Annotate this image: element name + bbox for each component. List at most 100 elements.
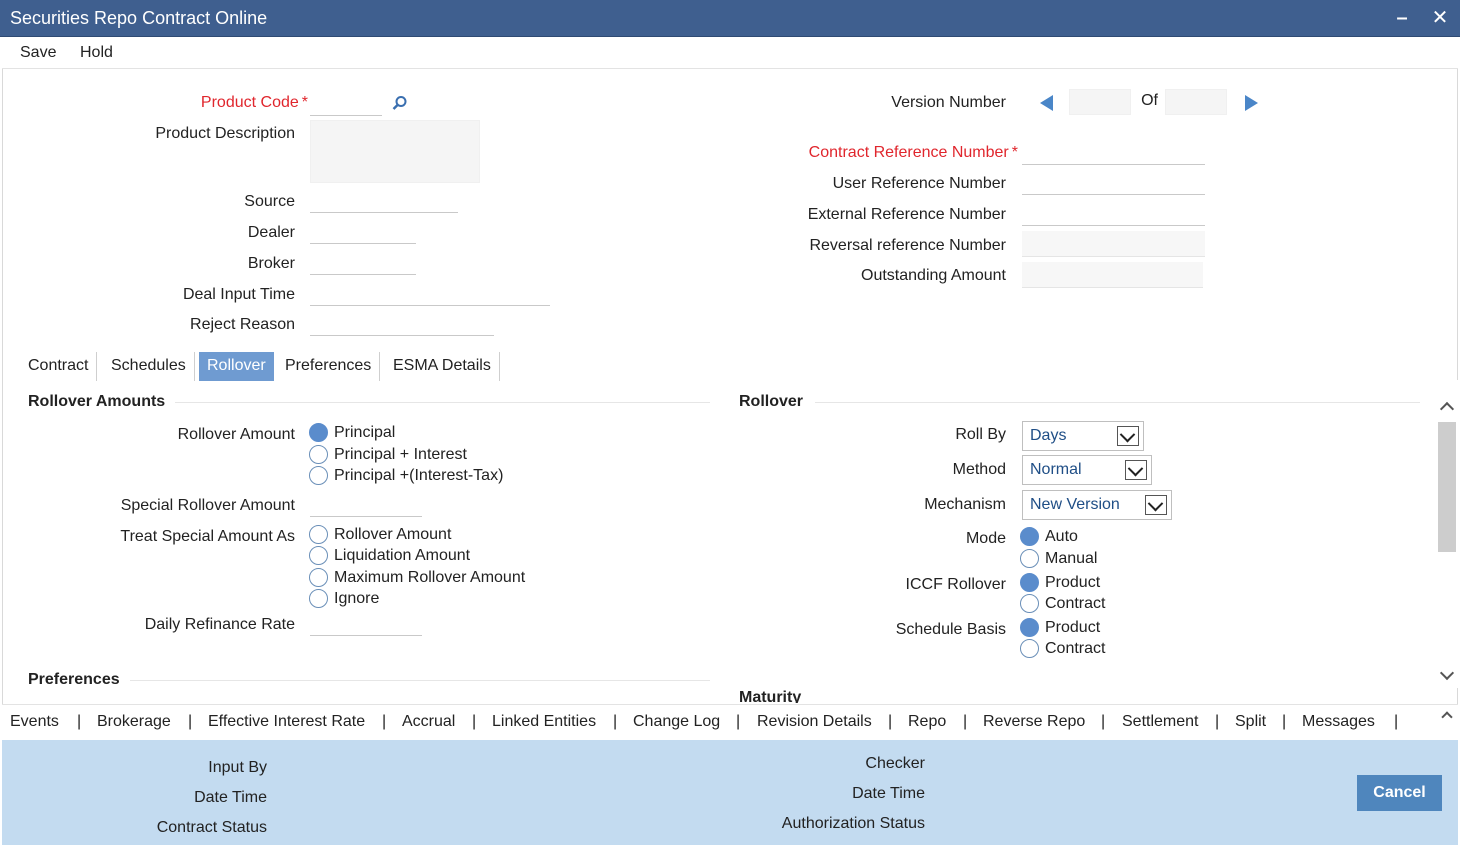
rollover-amount-label: Rollover Amount xyxy=(177,426,295,443)
broker-label: Broker xyxy=(247,255,295,272)
mode-label: Mode xyxy=(965,530,1006,547)
mechanism-select[interactable]: New Version xyxy=(1022,490,1172,520)
link-reverse-repo[interactable]: Reverse Repo xyxy=(983,713,1085,731)
source-input[interactable] xyxy=(310,187,458,213)
version-number-field xyxy=(1069,89,1131,115)
outstanding-amount-field xyxy=(1022,262,1203,288)
link-messages[interactable]: Messages xyxy=(1302,713,1375,731)
hold-menu-item[interactable]: Hold xyxy=(80,44,113,62)
maturity-section-title: Maturity xyxy=(739,689,802,703)
radio-dot xyxy=(309,546,328,565)
radio-iccf-product[interactable]: Product xyxy=(1020,573,1100,592)
previous-version-icon[interactable] xyxy=(1040,95,1053,111)
radio-principal-plus-interest[interactable]: Principal + Interest xyxy=(309,445,467,464)
authorization-status-label: Authorization Status xyxy=(781,815,925,832)
tab-preferences[interactable]: Preferences xyxy=(277,352,381,381)
link-revision-details[interactable]: Revision Details xyxy=(757,713,872,731)
product-code-input[interactable] xyxy=(310,90,382,116)
contract-reference-number-input[interactable] xyxy=(1022,139,1205,165)
link-effective-interest-rate[interactable]: Effective Interest Rate xyxy=(208,713,365,731)
roll-by-select[interactable]: Days xyxy=(1022,421,1144,451)
section-divider xyxy=(175,402,710,403)
reject-reason-input[interactable] xyxy=(310,310,494,336)
radio-principal-plus-interest-minus-tax[interactable]: Principal +(Interest-Tax) xyxy=(309,466,503,485)
link-separator: | xyxy=(963,713,968,730)
link-separator: | xyxy=(613,713,618,730)
radio-dot xyxy=(1020,639,1039,658)
dealer-label: Dealer xyxy=(247,224,295,241)
tab-schedules[interactable]: Schedules xyxy=(103,352,195,381)
link-change-log[interactable]: Change Log xyxy=(633,713,720,731)
chevron-down-icon[interactable] xyxy=(1145,495,1167,515)
radio-maximum-rollover-amount[interactable]: Maximum Rollover Amount xyxy=(309,568,525,587)
link-separator: | xyxy=(1394,713,1399,730)
user-reference-number-input[interactable] xyxy=(1022,169,1205,195)
radio-mode-auto[interactable]: Auto xyxy=(1020,527,1078,546)
mechanism-value: New Version xyxy=(1030,496,1120,513)
save-menu-item[interactable]: Save xyxy=(20,44,56,62)
radio-dot xyxy=(309,568,328,587)
method-label: Method xyxy=(952,461,1006,478)
radio-dot xyxy=(309,589,328,608)
expand-up-icon[interactable] xyxy=(1441,711,1453,723)
radio-iccf-contract[interactable]: Contract xyxy=(1020,594,1105,613)
radio-principal[interactable]: Principal xyxy=(309,423,395,442)
link-separator: | xyxy=(1101,713,1106,730)
radio-schedule-contract[interactable]: Contract xyxy=(1020,639,1105,658)
checker-label: Checker xyxy=(865,755,925,772)
schedule-basis-label: Schedule Basis xyxy=(895,621,1006,638)
tab-contract[interactable]: Contract xyxy=(20,352,98,381)
radio-rollover-amount[interactable]: Rollover Amount xyxy=(309,525,451,544)
scrollbar-thumb[interactable] xyxy=(1438,422,1456,552)
dealer-input[interactable] xyxy=(310,218,416,244)
search-icon[interactable] xyxy=(392,95,408,111)
radio-liquidation-amount[interactable]: Liquidation Amount xyxy=(309,546,470,565)
external-reference-number-input[interactable] xyxy=(1022,200,1205,226)
daily-refinance-rate-input[interactable] xyxy=(310,610,422,636)
link-brokerage[interactable]: Brokerage xyxy=(97,713,171,731)
link-repo[interactable]: Repo xyxy=(908,713,946,731)
tab-esma-details[interactable]: ESMA Details xyxy=(385,352,500,381)
content-scrollbar[interactable] xyxy=(1436,380,1458,688)
audit-footer: Input By Date Time Contract Status Check… xyxy=(2,740,1458,845)
link-accrual[interactable]: Accrual xyxy=(402,713,455,731)
link-separator: | xyxy=(472,713,477,730)
radio-schedule-product[interactable]: Product xyxy=(1020,618,1100,637)
radio-dot xyxy=(309,525,328,544)
bottom-links-bar: Events | Brokerage | Effective Interest … xyxy=(2,704,1458,740)
special-rollover-amount-input[interactable] xyxy=(310,491,422,517)
link-settlement[interactable]: Settlement xyxy=(1122,713,1198,731)
method-select[interactable]: Normal xyxy=(1022,455,1152,485)
rollover-section-title: Rollover xyxy=(739,393,804,410)
rollover-amounts-section-title: Rollover Amounts xyxy=(28,393,166,410)
link-separator: | xyxy=(188,713,193,730)
source-label: Source xyxy=(244,193,295,210)
link-separator: | xyxy=(77,713,82,730)
user-reference-number-label: User Reference Number xyxy=(832,175,1006,192)
chevron-down-icon[interactable] xyxy=(1125,460,1147,480)
minimize-icon[interactable]: – xyxy=(1390,6,1414,30)
scroll-up-icon[interactable] xyxy=(1439,401,1455,417)
radio-mode-manual[interactable]: Manual xyxy=(1020,549,1097,568)
input-by-label: Input By xyxy=(208,759,267,776)
section-divider xyxy=(130,680,710,681)
of-label: Of xyxy=(1141,92,1158,109)
radio-ignore[interactable]: Ignore xyxy=(309,589,379,608)
close-icon[interactable]: ✕ xyxy=(1428,6,1452,30)
link-linked-entities[interactable]: Linked Entities xyxy=(492,713,596,731)
product-code-label: Product Code * xyxy=(200,94,308,111)
tab-rollover[interactable]: Rollover xyxy=(199,352,274,381)
next-version-icon[interactable] xyxy=(1245,95,1258,111)
link-events[interactable]: Events xyxy=(10,713,59,731)
deal-input-time-input[interactable] xyxy=(310,280,550,306)
broker-input[interactable] xyxy=(310,249,416,275)
total-versions-field xyxy=(1165,89,1227,115)
cancel-button[interactable]: Cancel xyxy=(1357,775,1442,811)
link-separator: | xyxy=(736,713,741,730)
link-split[interactable]: Split xyxy=(1235,713,1266,731)
scroll-down-icon[interactable] xyxy=(1439,665,1455,681)
link-separator: | xyxy=(382,713,387,730)
reject-reason-label: Reject Reason xyxy=(190,316,295,333)
chevron-down-icon[interactable] xyxy=(1117,426,1139,446)
radio-dot xyxy=(309,423,328,442)
